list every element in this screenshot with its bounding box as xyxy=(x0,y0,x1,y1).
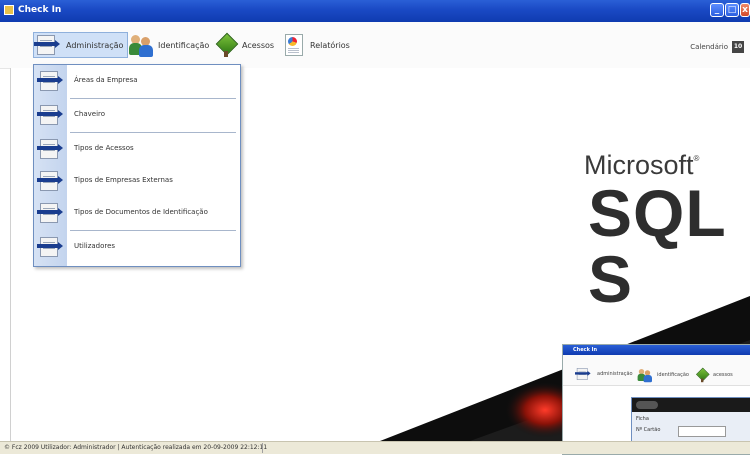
menu-item-label: Utilizadores xyxy=(74,242,116,250)
status-bar: © Fcz 2009 Utilizador: Administrador | A… xyxy=(0,441,750,454)
inset-title: Check In xyxy=(563,345,750,355)
admin-icon xyxy=(37,104,65,126)
inset-toolbar-item: administração xyxy=(575,363,633,385)
status-separator xyxy=(262,443,263,453)
status-text: © Fcz 2009 Utilizador: Administrador | A… xyxy=(4,444,268,451)
menu-item-label: Tipos de Empresas Externas xyxy=(74,176,173,184)
inset-row-label: Nº Cartão xyxy=(636,427,661,433)
splash-product-text: SQL S xyxy=(588,176,726,316)
menu-item-utilizadores[interactable]: Utilizadores xyxy=(34,231,240,263)
menu-item-label: Tipos de Acessos xyxy=(74,144,134,152)
inset-toolbar-item: identificação xyxy=(637,363,689,387)
menu-item-areas-da-empresa[interactable]: Áreas da Empresa xyxy=(34,65,240,97)
inset-screenshot: Check In administração identificação ace… xyxy=(562,344,750,455)
inset-row-label: Ficha xyxy=(636,416,649,422)
admin-icon xyxy=(37,202,65,224)
admin-icon xyxy=(37,236,65,258)
menu-item-label: Chaveiro xyxy=(74,110,106,118)
menu-item-tipos-de-documentos[interactable]: Tipos de Documentos de Identificação xyxy=(34,197,240,229)
menu-item-label: Áreas da Empresa xyxy=(74,76,138,84)
menu-item-tipos-de-acessos[interactable]: Tipos de Acessos xyxy=(34,133,240,165)
diamond-access-icon xyxy=(695,367,710,383)
menu-item-tipos-de-empresas-externas[interactable]: Tipos de Empresas Externas xyxy=(34,165,240,197)
administracao-menu: Áreas da Empresa Chaveiro Tipos de Acess… xyxy=(33,64,241,267)
people-icon xyxy=(637,368,653,383)
inset-toolbar: administração identificação acessos xyxy=(563,355,750,386)
admin-icon xyxy=(37,70,65,92)
inset-toolbar-item: acessos xyxy=(695,363,733,387)
logo-icon xyxy=(636,401,658,409)
menu-item-chaveiro[interactable]: Chaveiro xyxy=(34,99,240,131)
inset-dialog-header xyxy=(632,398,750,412)
menu-item-label: Tipos de Documentos de Identificação xyxy=(74,208,208,216)
inset-card-field xyxy=(678,426,726,437)
admin-icon xyxy=(575,367,592,380)
admin-icon xyxy=(37,138,65,160)
admin-icon xyxy=(37,170,65,192)
